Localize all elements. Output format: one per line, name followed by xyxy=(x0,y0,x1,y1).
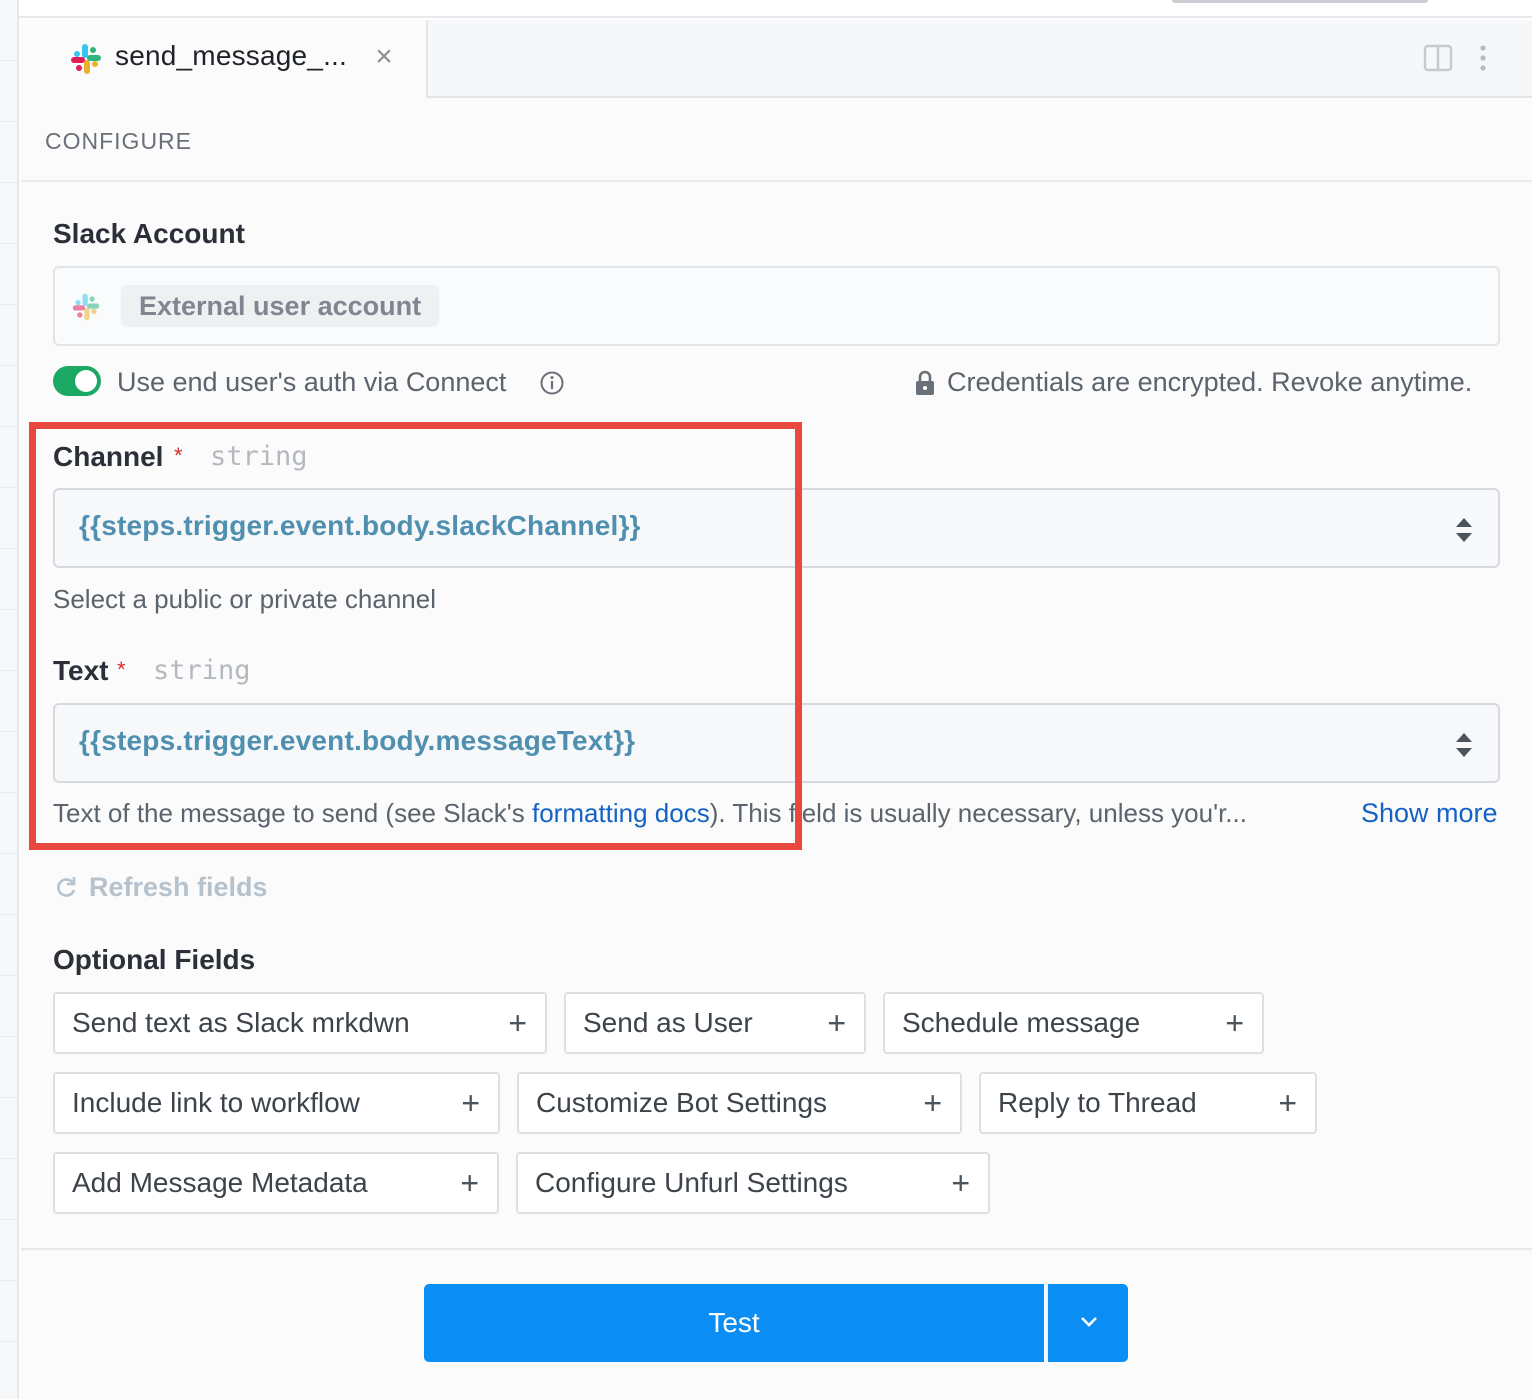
chip-label: Add Message Metadata xyxy=(72,1167,368,1198)
channel-input[interactable]: {{steps.trigger.event.body.slackChannel}… xyxy=(53,488,1500,568)
formatting-docs-link[interactable]: formatting docs xyxy=(532,798,710,828)
app-root: send_message_... × CONFIGURE Slack Accou… xyxy=(0,0,1532,1399)
plus-icon: + xyxy=(951,1165,970,1201)
optional-chip-unfurl-settings[interactable]: Configure Unfurl Settings + xyxy=(516,1152,990,1214)
optional-chip-message-metadata[interactable]: Add Message Metadata + xyxy=(53,1152,499,1214)
plus-icon: + xyxy=(1278,1085,1297,1121)
slack-account-label: Slack Account xyxy=(53,218,245,249)
slack-logo-icon xyxy=(72,293,100,321)
required-marker: * xyxy=(117,657,126,682)
close-icon[interactable]: × xyxy=(371,40,397,74)
plus-icon: + xyxy=(461,1085,480,1121)
configure-label: CONFIGURE xyxy=(45,128,192,154)
more-vertical-icon[interactable] xyxy=(1471,42,1495,74)
optional-chip-send-text-mrkdwn[interactable]: Send text as Slack mrkdwn + xyxy=(53,992,547,1054)
slack-logo-icon xyxy=(71,44,101,74)
channel-helper: Select a public or private channel xyxy=(53,584,437,614)
text-label: Text xyxy=(53,655,109,686)
sort-toggle-icon[interactable] xyxy=(1454,731,1474,759)
optional-chip-bot-settings[interactable]: Customize Bot Settings + xyxy=(517,1072,962,1134)
test-button[interactable]: Test xyxy=(424,1284,1044,1362)
highlight-annotation xyxy=(29,422,802,850)
tab-title: send_message_... xyxy=(115,40,348,71)
plus-icon: + xyxy=(827,1005,846,1041)
connect-auth-label: Use end user's auth via Connect xyxy=(117,367,507,397)
top-strip xyxy=(0,0,1532,18)
scroll-indicator[interactable] xyxy=(1172,0,1428,3)
slack-account-field[interactable]: External user account xyxy=(53,266,1500,346)
configure-section-header: CONFIGURE xyxy=(21,100,1532,182)
tab-send-message[interactable]: send_message_... × xyxy=(21,20,428,98)
chip-label: Configure Unfurl Settings xyxy=(535,1167,848,1198)
refresh-fields-label: Refresh fields xyxy=(89,871,268,902)
credentials-note: Credentials are encrypted. Revoke anytim… xyxy=(947,367,1473,397)
optional-chip-include-link[interactable]: Include link to workflow + xyxy=(53,1072,500,1134)
chevron-down-icon xyxy=(1081,1317,1097,1327)
chip-label: Schedule message xyxy=(902,1007,1141,1038)
plus-icon: + xyxy=(460,1165,479,1201)
channel-value: {{steps.trigger.event.body.slackChannel}… xyxy=(79,510,641,541)
test-options-dropdown[interactable] xyxy=(1046,1284,1128,1362)
show-more-link[interactable]: Show more xyxy=(1361,798,1498,829)
plus-icon: + xyxy=(508,1005,527,1041)
text-helper: Text of the message to send (see Slack's… xyxy=(53,798,1353,829)
chip-label: Reply to Thread xyxy=(998,1087,1197,1118)
refresh-icon xyxy=(57,877,76,897)
text-helper-prefix: Text of the message to send (see Slack's xyxy=(53,798,532,828)
text-helper-suffix: ). This field is usually necessary, unle… xyxy=(709,798,1247,828)
info-icon[interactable] xyxy=(539,370,565,396)
text-type-hint: string xyxy=(153,655,251,686)
panel-footer: Test xyxy=(21,1248,1532,1399)
text-input[interactable]: {{steps.trigger.event.body.messageText}} xyxy=(53,703,1500,783)
optional-chip-schedule-message[interactable]: Schedule message + xyxy=(883,992,1264,1054)
optional-fields-heading: Optional Fields xyxy=(53,944,256,975)
chip-label: Customize Bot Settings xyxy=(536,1087,828,1118)
account-chip: External user account xyxy=(121,285,440,327)
split-view-icon[interactable] xyxy=(1423,44,1453,72)
toggle-knob xyxy=(75,370,97,392)
optional-chip-reply-to-thread[interactable]: Reply to Thread + xyxy=(979,1072,1317,1134)
tab-bar: send_message_... × xyxy=(21,20,1532,98)
left-gutter xyxy=(0,0,19,1399)
plus-icon: + xyxy=(923,1085,942,1121)
chip-label: Send text as Slack mrkdwn xyxy=(72,1007,410,1038)
lock-icon xyxy=(916,370,934,395)
required-marker: * xyxy=(174,443,183,468)
chip-label: Send as User xyxy=(583,1007,753,1038)
connect-auth-toggle[interactable] xyxy=(53,366,101,396)
text-value: {{steps.trigger.event.body.messageText}} xyxy=(79,725,636,756)
optional-chip-send-as-user[interactable]: Send as User + xyxy=(564,992,866,1054)
chip-label: Include link to workflow xyxy=(72,1087,360,1118)
channel-label: Channel xyxy=(53,441,164,472)
channel-type-hint: string xyxy=(210,441,308,472)
sort-toggle-icon[interactable] xyxy=(1454,516,1474,544)
refresh-fields-button[interactable]: Refresh fields xyxy=(53,870,268,904)
step-config-panel: send_message_... × CONFIGURE Slack Accou… xyxy=(21,20,1532,1399)
plus-icon: + xyxy=(1225,1005,1244,1041)
